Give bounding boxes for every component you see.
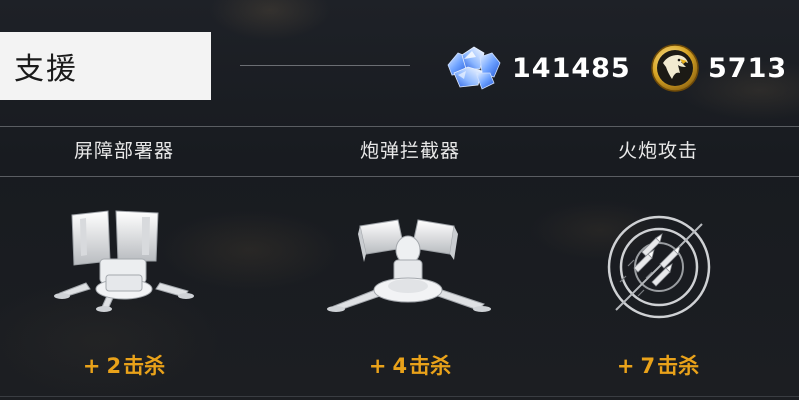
item-label-interceptor: 炮弹拦截器 [359,140,460,162]
coin-counter[interactable]: 5713 [650,40,787,96]
kill-count: 4 [392,354,408,378]
crystal-icon [447,46,501,90]
eagle-coin-icon [651,44,699,92]
title-panel: 支援 [0,32,211,100]
page-title: 支援 [14,52,78,87]
kill-count: 2 [106,354,122,378]
shell-interceptor-icon[interactable] [322,212,498,322]
kill-reward-interceptor: +4击杀 [310,350,510,380]
title-divider [240,65,410,66]
item-label-barrier: 屏障部署器 [73,140,174,162]
kill-unit: 击杀 [409,354,452,378]
barrier-deployer-icon[interactable] [50,205,198,323]
header-divider [0,126,799,127]
kill-unit: 击杀 [657,354,700,378]
coin-count: 5713 [708,52,788,84]
item-label-artillery: 火炮攻击 [617,140,698,162]
gem-counter[interactable]: 141485 [442,40,631,96]
gem-count: 141485 [512,52,631,84]
plus-sign: + [368,354,387,378]
plus-sign: + [82,354,101,378]
support-screen: 支援 141485 5713 屏障部署器 + 2击杀 炮弹拦截器 + 4击杀 火… [0,0,799,400]
kill-reward-artillery: +7击杀 [558,350,758,380]
plus-sign: + [616,354,635,378]
bottom-divider [0,396,799,397]
artillery-strike-icon[interactable] [604,212,714,322]
kill-count: 7 [640,354,656,378]
kill-reward-barrier: +2击杀 [24,350,224,380]
kill-unit: 击杀 [123,354,166,378]
labels-divider [0,176,799,177]
